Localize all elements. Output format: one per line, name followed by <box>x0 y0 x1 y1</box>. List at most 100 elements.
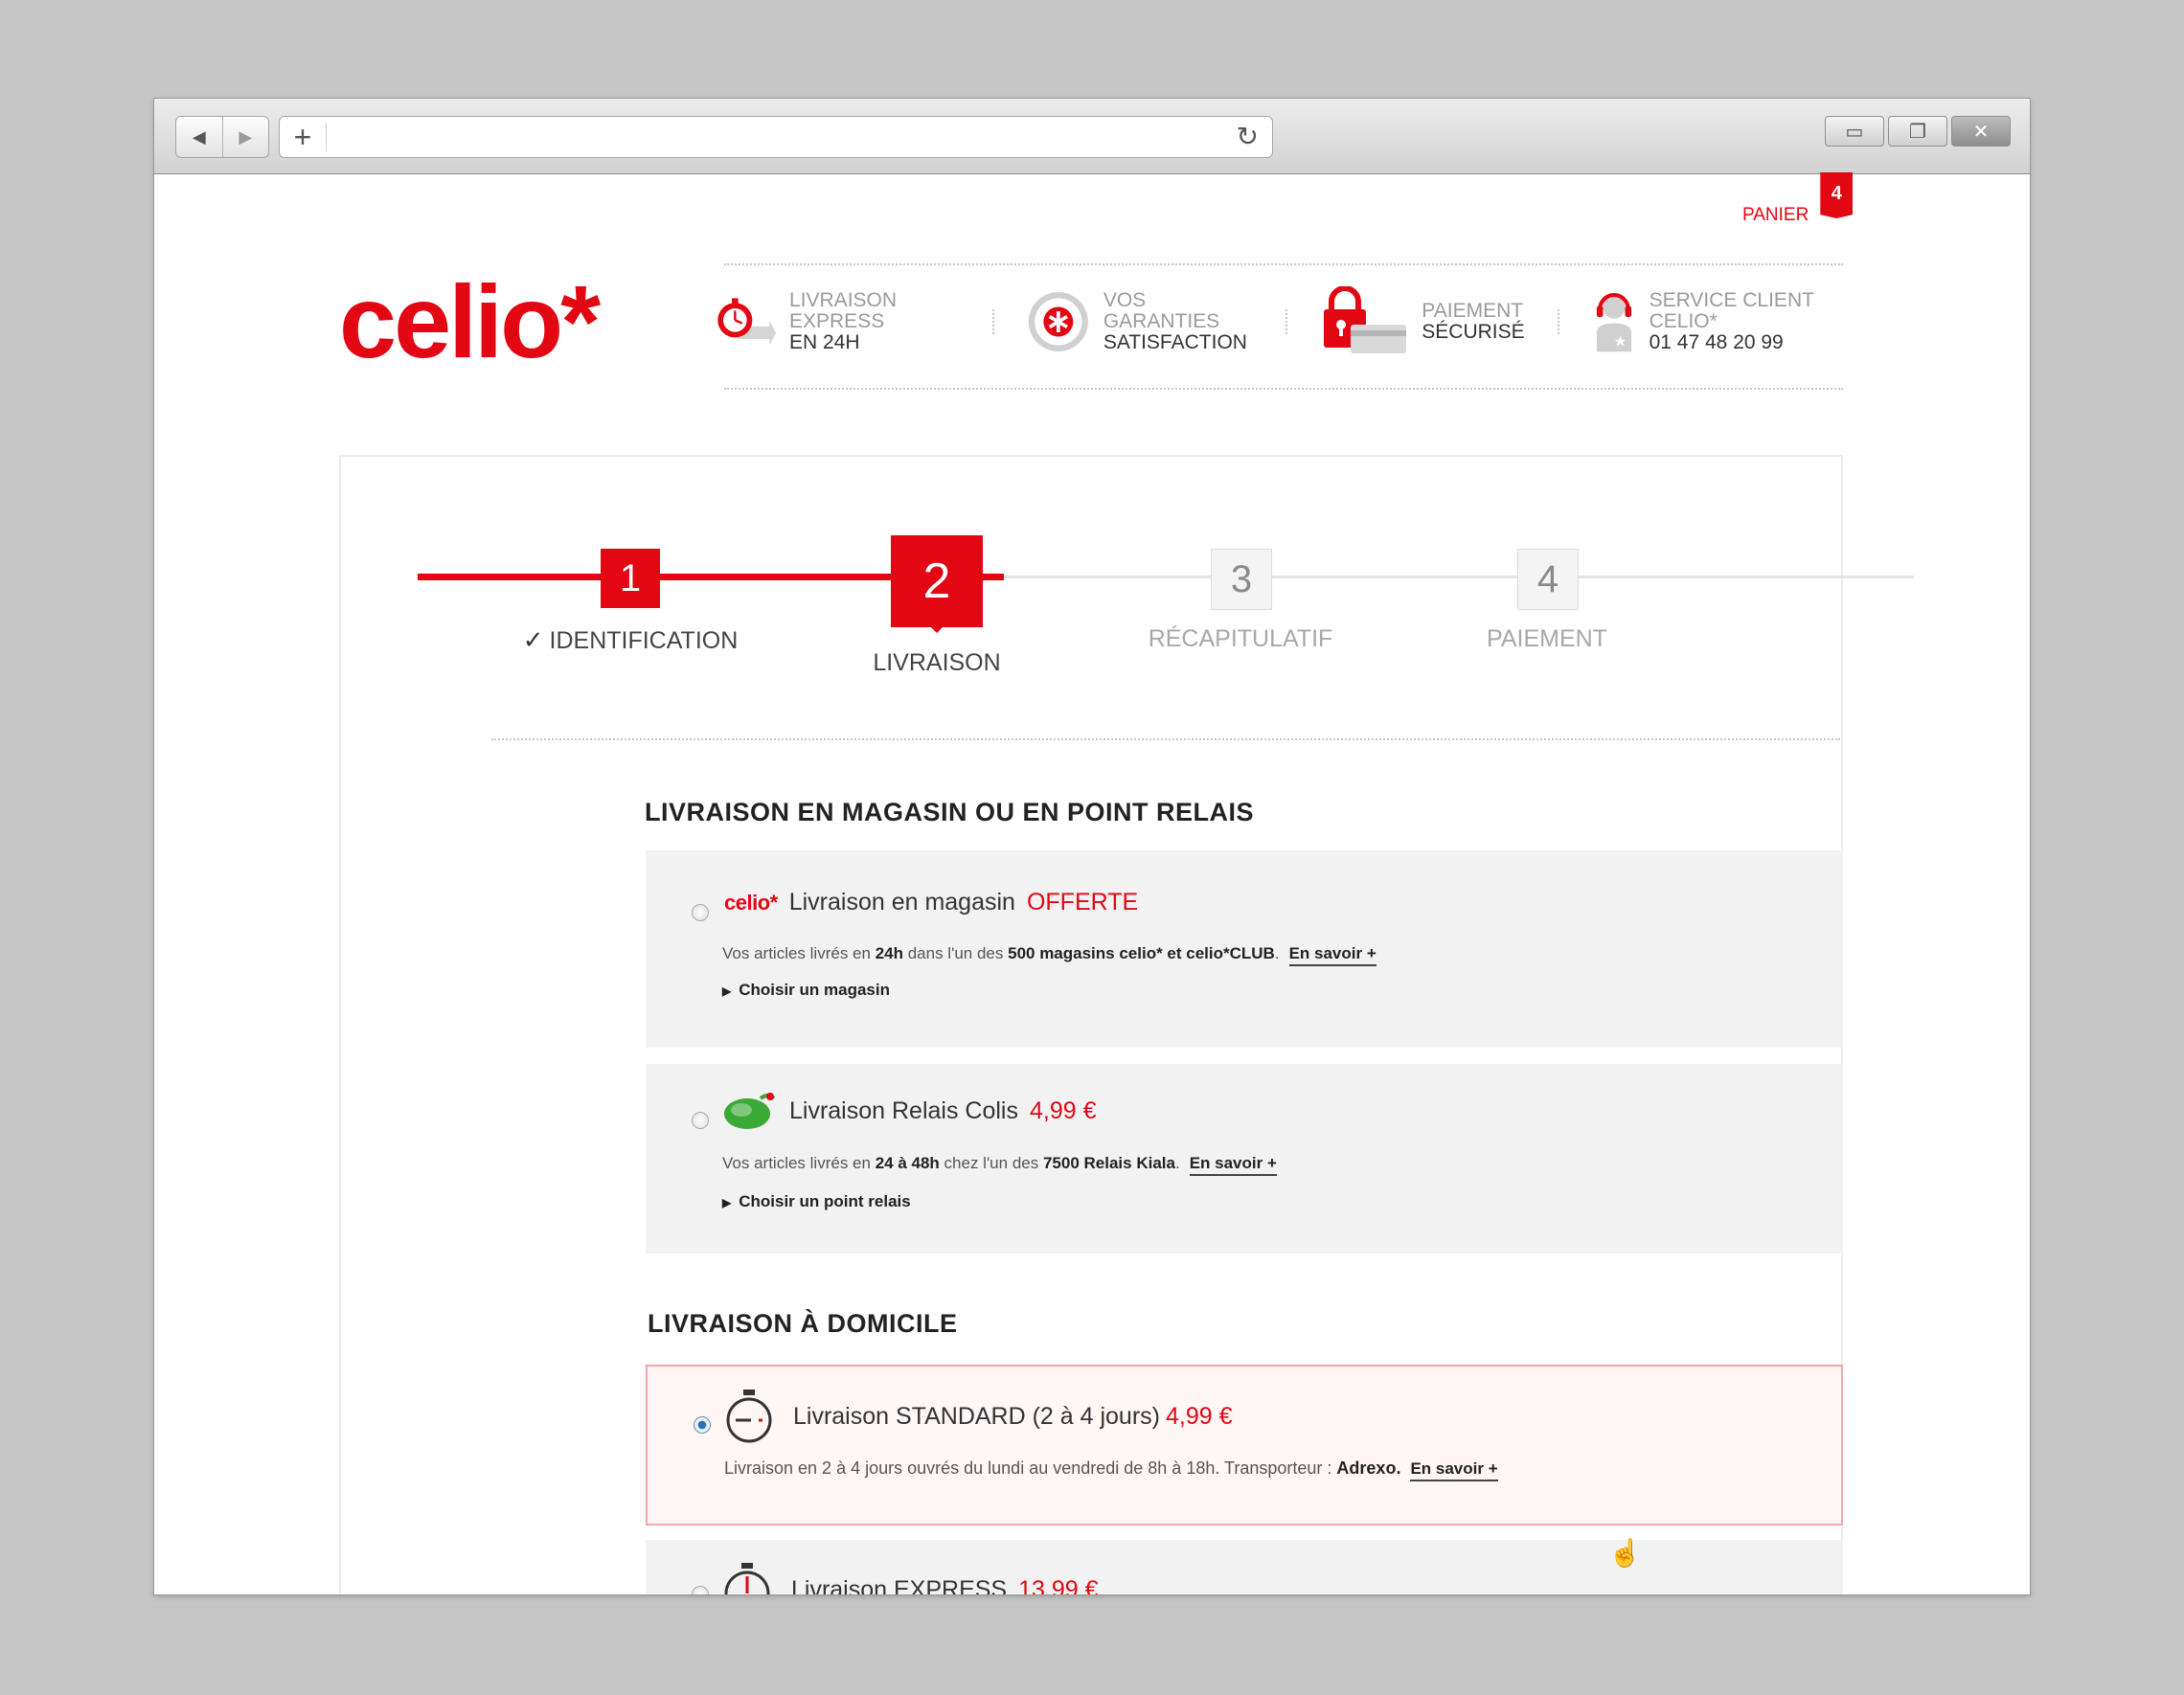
add-bookmark-button[interactable]: + <box>280 122 327 152</box>
standard-option-description: Livraison en 2 à 4 jours ouvrés du lundi… <box>724 1458 1498 1481</box>
headset-agent-icon <box>1596 293 1631 352</box>
caret-right-icon: ▶ <box>722 984 732 998</box>
back-button[interactable]: ◀ <box>176 117 222 157</box>
stopwatch-icon <box>726 1390 772 1443</box>
celio-mini-logo: celio* <box>724 890 778 915</box>
choose-relais-link[interactable]: ▶ Choisir un point relais <box>722 1192 911 1211</box>
feature-guarantee-line2: SATISFACTION <box>1103 331 1247 353</box>
standard-desc-bold-1: Adrexo. <box>1336 1458 1401 1478</box>
choose-store-link[interactable]: ▶ Choisir un magasin <box>722 981 890 1000</box>
feature-separator <box>1557 309 1559 334</box>
store-option-description: Vos articles livrés en 24h dans l'un des… <box>722 944 1376 966</box>
relais-more-link[interactable]: En savoir + <box>1189 1154 1277 1176</box>
relais-desc-bold-2: 7500 Relais Kiala <box>1042 1154 1175 1172</box>
express-option-price: 13,99 € <box>1018 1575 1099 1595</box>
store-more-link[interactable]: En savoir + <box>1288 944 1376 966</box>
minimize-button[interactable]: ▭ <box>1825 116 1884 147</box>
store-desc-2: dans l'un des <box>907 944 1004 962</box>
feature-service: SERVICE CLIENT CELIO* 01 47 48 20 99 <box>1592 285 1845 358</box>
relais-desc-2: chez l'un des <box>944 1154 1039 1172</box>
step-4-box: 4 <box>1517 549 1579 610</box>
stopwatch-arrow-icon <box>717 298 776 346</box>
window-controls: ▭ ❐ ✕ <box>1825 116 2011 147</box>
address-bar[interactable]: + ↻ <box>279 116 1273 158</box>
store-desc-bold-1: 24h <box>875 944 903 962</box>
relais-option-price: 4,99 € <box>1029 1096 1097 1124</box>
feature-express-line2: EN 24H <box>789 331 860 353</box>
nav-buttons: ◀ ▶ <box>175 116 269 158</box>
store-desc-1: Vos articles livrés en <box>722 944 871 962</box>
choose-relais-label: Choisir un point relais <box>739 1192 911 1210</box>
express-option-title: Livraison EXPRESS <box>791 1575 1008 1595</box>
cart-label: PANIER <box>1742 205 1809 225</box>
browser-window: ◀ ▶ + ↻ ▭ ❐ ✕ PANIER 4 celio* LIVRAISON … <box>154 99 2030 1594</box>
relais-desc-1: Vos articles livrés en <box>722 1154 871 1172</box>
express-option-panel[interactable]: Livraison EXPRESS 13,99 € <box>646 1540 1843 1594</box>
cart-count-badge: 4 <box>1820 172 1854 218</box>
celio-logo[interactable]: celio* <box>339 261 601 381</box>
feature-service-line1: SERVICE CLIENT CELIO* <box>1649 289 1814 332</box>
checkmark-icon: ✓ <box>522 625 544 654</box>
header-divider-top <box>724 263 1843 265</box>
relais-option-description: Vos articles livrés en 24 à 48h chez l'u… <box>722 1154 1277 1176</box>
standard-option-title: Livraison STANDARD (2 à 4 jours) <box>793 1402 1160 1430</box>
feature-payment-line1: PAIEMENT <box>1422 300 1524 322</box>
feature-separator <box>1285 309 1288 334</box>
maximize-button[interactable]: ❐ <box>1888 116 1947 147</box>
reload-icon[interactable]: ↻ <box>1237 121 1259 152</box>
store-option-title: Livraison en magasin <box>788 889 1015 915</box>
feature-payment-line2: SÉCURISÉ <box>1422 321 1525 343</box>
standard-desc-1: Livraison en 2 à 4 jours ouvrés du lundi… <box>724 1458 1332 1478</box>
relais-option-title-row: Livraison Relais Colis 4,99 € <box>722 1091 1097 1131</box>
hand-cursor-icon: ☝ <box>1608 1538 1642 1568</box>
padlock-card-icon <box>1324 286 1407 353</box>
feature-service-phone: 01 47 48 20 99 <box>1649 331 1784 353</box>
step-2-box: 2 <box>891 535 983 633</box>
close-button[interactable]: ✕ <box>1951 116 2011 147</box>
feature-bar: LIVRAISON EXPRESS EN 24H VOS GARANTIES S… <box>715 283 1845 360</box>
store-option-radio[interactable] <box>692 904 709 921</box>
section-store-title: LIVRAISON EN MAGASIN OU EN POINT RELAIS <box>645 798 1255 826</box>
choose-store-label: Choisir un magasin <box>739 981 890 999</box>
standard-option-price: 4,99 € <box>1165 1402 1233 1430</box>
feature-guarantee-line1: VOS GARANTIES <box>1103 289 1220 332</box>
feature-express-text: LIVRAISON EXPRESS EN 24H <box>789 290 960 353</box>
relais-desc-3: . <box>1174 1154 1180 1172</box>
step-1-box[interactable]: 1 <box>601 549 660 608</box>
feature-service-text: SERVICE CLIENT CELIO* 01 47 48 20 99 <box>1649 290 1845 353</box>
step-3-box: 3 <box>1211 549 1272 610</box>
forward-button[interactable]: ▶ <box>221 117 269 157</box>
cart-link[interactable]: PANIER 4 <box>1742 172 1854 226</box>
store-option-title-row: celio* Livraison en magasin OFFERTE <box>724 889 1138 916</box>
standard-option-radio[interactable] <box>694 1416 711 1434</box>
step-2-label: LIVRAISON <box>873 649 1001 676</box>
feature-payment: PAIEMENT SÉCURISÉ <box>1320 286 1525 357</box>
relais-colis-logo-icon <box>724 1093 776 1129</box>
standard-option-title-row: Livraison STANDARD (2 à 4 jours) 4,99 € <box>722 1388 1233 1445</box>
feature-separator <box>992 309 995 334</box>
store-desc-bold-2: 500 magasins celio* et celio*CLUB <box>1008 944 1275 962</box>
section-home-title: LIVRAISON À DOMICILE <box>648 1309 958 1338</box>
feature-guarantee: VOS GARANTIES SATISFACTION <box>1027 287 1253 356</box>
step-4-label: PAIEMENT <box>1487 625 1607 652</box>
store-option-panel[interactable]: celio* Livraison en magasin OFFERTE Vos … <box>646 850 1843 1048</box>
feature-guarantee-text: VOS GARANTIES SATISFACTION <box>1103 290 1253 353</box>
relais-option-radio[interactable] <box>692 1112 709 1129</box>
feature-express-line1: LIVRAISON EXPRESS <box>789 289 898 332</box>
caret-right-icon: ▶ <box>722 1196 732 1209</box>
step-1-label[interactable]: ✓ IDENTIFICATION <box>515 625 745 655</box>
express-option-title-row: Livraison EXPRESS 13,99 € <box>720 1561 1099 1594</box>
browser-toolbar: ◀ ▶ + ↻ ▭ ❐ ✕ <box>154 99 2030 174</box>
feature-express: LIVRAISON EXPRESS EN 24H <box>715 287 960 356</box>
header-divider-bottom <box>724 388 1843 390</box>
relais-option-title: Livraison Relais Colis <box>789 1096 1018 1124</box>
stopwatch-icon <box>724 1563 770 1594</box>
standard-option-panel[interactable]: Livraison STANDARD (2 à 4 jours) 4,99 € … <box>646 1365 1843 1526</box>
relais-option-panel[interactable]: Livraison Relais Colis 4,99 € Vos articl… <box>646 1064 1843 1254</box>
feature-payment-text: PAIEMENT SÉCURISÉ <box>1422 301 1524 343</box>
relais-desc-bold-1: 24 à 48h <box>875 1154 940 1172</box>
standard-more-link[interactable]: En savoir + <box>1410 1459 1498 1481</box>
express-option-radio[interactable] <box>692 1586 709 1594</box>
steps-divider <box>491 738 1840 740</box>
step-1-text: IDENTIFICATION <box>549 627 739 654</box>
